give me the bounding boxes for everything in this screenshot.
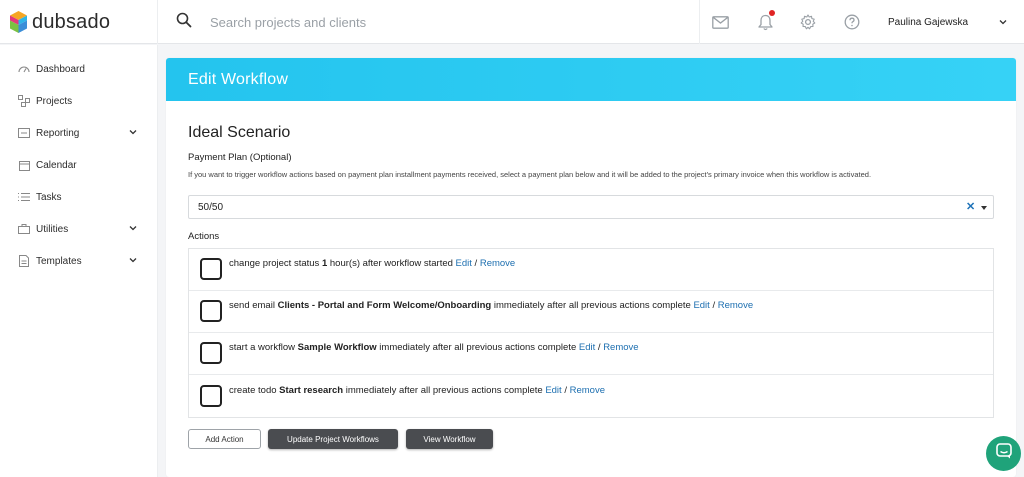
edit-workflow-card: Edit Workflow Ideal Scenario Payment Pla… [166, 58, 1016, 477]
remove-action-link[interactable]: Remove [603, 342, 638, 353]
sidebar-item-projects[interactable]: Projects [0, 85, 158, 117]
chevron-down-icon [128, 127, 138, 140]
search-input[interactable] [210, 14, 650, 30]
action-description: change project status 1 hour(s) after wo… [229, 258, 516, 269]
action-description: send email Clients - Portal and Form Wel… [229, 300, 754, 311]
calendar-icon [18, 159, 30, 171]
action-description: start a workflow Sample Workflow immedia… [229, 342, 639, 353]
edit-action-link[interactable]: Edit [579, 342, 595, 353]
payment-plan-select[interactable]: 50/50 ✕ [188, 195, 994, 219]
sidebar-item-label: Projects [36, 95, 73, 107]
remove-action-link[interactable]: Remove [480, 258, 515, 269]
edit-action-link[interactable]: Edit [545, 385, 561, 396]
logo[interactable]: dubsado [0, 0, 158, 44]
sidebar-item-label: Reporting [36, 127, 80, 139]
user-menu-chevron-down-icon[interactable] [998, 14, 1008, 32]
page-title: Edit Workflow [188, 70, 289, 88]
add-action-button[interactable]: Add Action [188, 429, 261, 449]
sidebar-item-utilities[interactable]: Utilities [0, 213, 158, 245]
chat-launcher-button[interactable] [986, 436, 1021, 471]
dubsado-logo-icon [10, 11, 27, 33]
tasks-icon [18, 191, 30, 203]
search-icon[interactable] [176, 12, 192, 33]
action-row: create todo Start research immediately a… [189, 376, 993, 418]
sidebar-item-label: Tasks [36, 191, 62, 203]
dropdown-caret-icon[interactable] [981, 206, 987, 210]
templates-icon [18, 255, 30, 267]
chevron-down-icon [128, 223, 138, 236]
actions-list: change project status 1 hour(s) after wo… [188, 248, 994, 418]
top-bar: dubsado Paulina Gajewska [0, 0, 1024, 44]
payment-plan-help-text: If you want to trigger workflow actions … [188, 170, 872, 179]
search-bar [158, 0, 700, 44]
edit-action-link[interactable]: Edit [456, 258, 472, 269]
action-row: send email Clients - Portal and Form Wel… [189, 291, 993, 333]
action-checkbox[interactable] [200, 342, 222, 364]
projects-icon [18, 95, 30, 107]
settings-gear-icon[interactable] [798, 12, 818, 32]
sidebar-item-reporting[interactable]: Reporting [0, 117, 158, 149]
remove-action-link[interactable]: Remove [718, 300, 753, 311]
payment-plan-selected-value: 50/50 [198, 201, 224, 213]
actions-label: Actions [188, 231, 220, 242]
action-row: start a workflow Sample Workflow immedia… [189, 333, 993, 375]
sidebar: Dashboard Projects Reporting Calendar Ta… [0, 45, 158, 477]
chevron-down-icon [128, 255, 138, 268]
action-description: create todo Start research immediately a… [229, 385, 605, 396]
edit-action-link[interactable]: Edit [693, 300, 709, 311]
sidebar-item-label: Calendar [36, 159, 77, 171]
chat-icon [995, 443, 1012, 464]
sidebar-item-label: Dashboard [36, 63, 85, 75]
sidebar-item-templates[interactable]: Templates [0, 245, 158, 277]
action-row: change project status 1 hour(s) after wo… [189, 249, 993, 291]
sidebar-item-tasks[interactable]: Tasks [0, 181, 158, 213]
mail-icon[interactable] [710, 12, 730, 32]
reporting-icon [18, 127, 30, 139]
payment-plan-label: Payment Plan (Optional) [188, 152, 292, 163]
sidebar-item-dashboard[interactable]: Dashboard [0, 53, 158, 85]
action-checkbox[interactable] [200, 300, 222, 322]
update-project-workflows-button[interactable]: Update Project Workflows [268, 429, 398, 449]
view-workflow-button[interactable]: View Workflow [406, 429, 493, 449]
sidebar-item-label: Templates [36, 255, 82, 267]
workflow-name: Ideal Scenario [188, 124, 291, 141]
utilities-icon [18, 223, 30, 235]
notifications-bell-icon[interactable] [755, 10, 775, 32]
action-checkbox[interactable] [200, 385, 222, 407]
remove-action-link[interactable]: Remove [570, 385, 605, 396]
user-menu-name[interactable]: Paulina Gajewska [888, 0, 968, 44]
action-checkbox[interactable] [200, 258, 222, 280]
dashboard-icon [18, 63, 30, 75]
sidebar-item-calendar[interactable]: Calendar [0, 149, 158, 181]
card-header: Edit Workflow [166, 58, 1016, 101]
sidebar-item-label: Utilities [36, 223, 69, 235]
notification-dot [769, 10, 775, 16]
logo-text: dubsado [32, 10, 111, 33]
clear-selection-icon[interactable]: ✕ [966, 201, 975, 213]
help-question-icon[interactable] [842, 12, 862, 32]
